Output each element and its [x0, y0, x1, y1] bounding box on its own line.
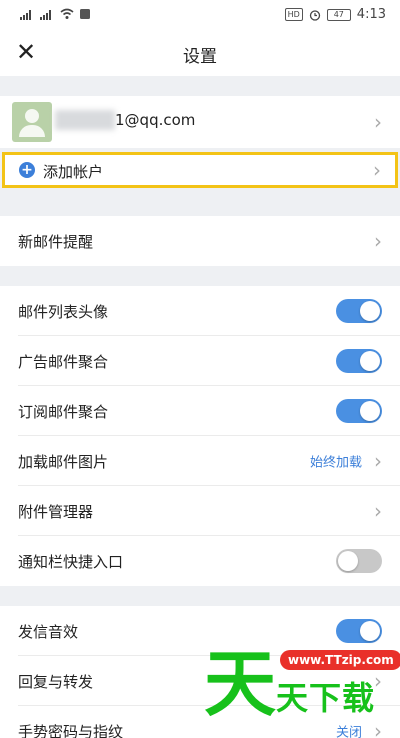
- gesture-fingerprint-value: 关闭: [335, 725, 362, 738]
- row-label: 广告邮件聚合: [18, 352, 109, 371]
- hd-badge: HD: [284, 8, 303, 21]
- chevron-right-icon: ›: [374, 110, 382, 134]
- account-row[interactable]: 1@qq.com ›: [0, 96, 400, 148]
- gesture-fingerprint-row[interactable]: 手势密码与指纹 关闭 ›: [0, 706, 400, 738]
- chevron-right-icon: ›: [374, 449, 382, 473]
- notification-shortcut-toggle[interactable]: [336, 549, 382, 573]
- chevron-right-icon: ›: [374, 719, 382, 738]
- row-label: 通知栏快捷入口: [18, 552, 124, 571]
- signal-icon-2: [40, 10, 51, 20]
- chevron-right-icon: ›: [373, 158, 381, 182]
- chevron-right-icon: ›: [374, 669, 382, 693]
- notification-shortcut-row: 通知栏快捷入口: [0, 536, 400, 586]
- add-account-label: 添加帐户: [43, 163, 104, 181]
- status-bar: HD 47 4:13: [0, 0, 400, 30]
- row-label: 附件管理器: [18, 502, 94, 521]
- status-left: [20, 8, 90, 20]
- nav-bar: ✕ 设置: [0, 30, 400, 76]
- row-label: 发信音效: [18, 622, 79, 641]
- row-label: 加载邮件图片: [18, 452, 109, 471]
- avatar: [12, 102, 52, 142]
- account-email: 1@qq.com: [115, 111, 196, 129]
- load-images-row[interactable]: 加载邮件图片 始终加载 ›: [0, 436, 400, 486]
- new-mail-reminder-row[interactable]: 新邮件提醒 ›: [0, 216, 400, 266]
- load-images-value: 始终加载: [309, 455, 362, 471]
- reply-forward-row[interactable]: 回复与转发 ›: [0, 656, 400, 706]
- add-account-button[interactable]: + 添加帐户 ›: [2, 152, 398, 188]
- wifi-icon: [60, 8, 74, 19]
- plus-circle-icon: +: [19, 162, 35, 178]
- alarm-icon: [309, 9, 320, 21]
- send-sound-row: 发信音效: [0, 606, 400, 656]
- status-right: HD 47 4:13: [284, 7, 386, 22]
- notification-icon: [80, 9, 90, 19]
- list-avatar-toggle[interactable]: [336, 299, 382, 323]
- attachment-manager-row[interactable]: 附件管理器 ›: [0, 486, 400, 536]
- page-title: 设置: [183, 47, 217, 67]
- status-time: 4:13: [356, 7, 386, 22]
- row-label: 回复与转发: [18, 672, 94, 691]
- row-label: 新邮件提醒: [18, 232, 94, 251]
- battery-icon: 47: [326, 8, 351, 21]
- signal-icon: [20, 10, 31, 20]
- ad-merge-row: 广告邮件聚合: [0, 336, 400, 386]
- subscription-merge-toggle[interactable]: [336, 399, 382, 423]
- redacted-email-mask: [55, 110, 115, 130]
- row-label: 手势密码与指纹: [18, 722, 124, 738]
- chevron-right-icon: ›: [374, 229, 382, 253]
- row-label: 邮件列表头像: [18, 302, 109, 321]
- subscription-merge-row: 订阅邮件聚合: [0, 386, 400, 436]
- ad-merge-toggle[interactable]: [336, 349, 382, 373]
- chevron-right-icon: ›: [374, 499, 382, 523]
- row-label: 订阅邮件聚合: [18, 402, 109, 421]
- send-sound-toggle[interactable]: [336, 619, 382, 643]
- list-avatar-row: 邮件列表头像: [0, 286, 400, 336]
